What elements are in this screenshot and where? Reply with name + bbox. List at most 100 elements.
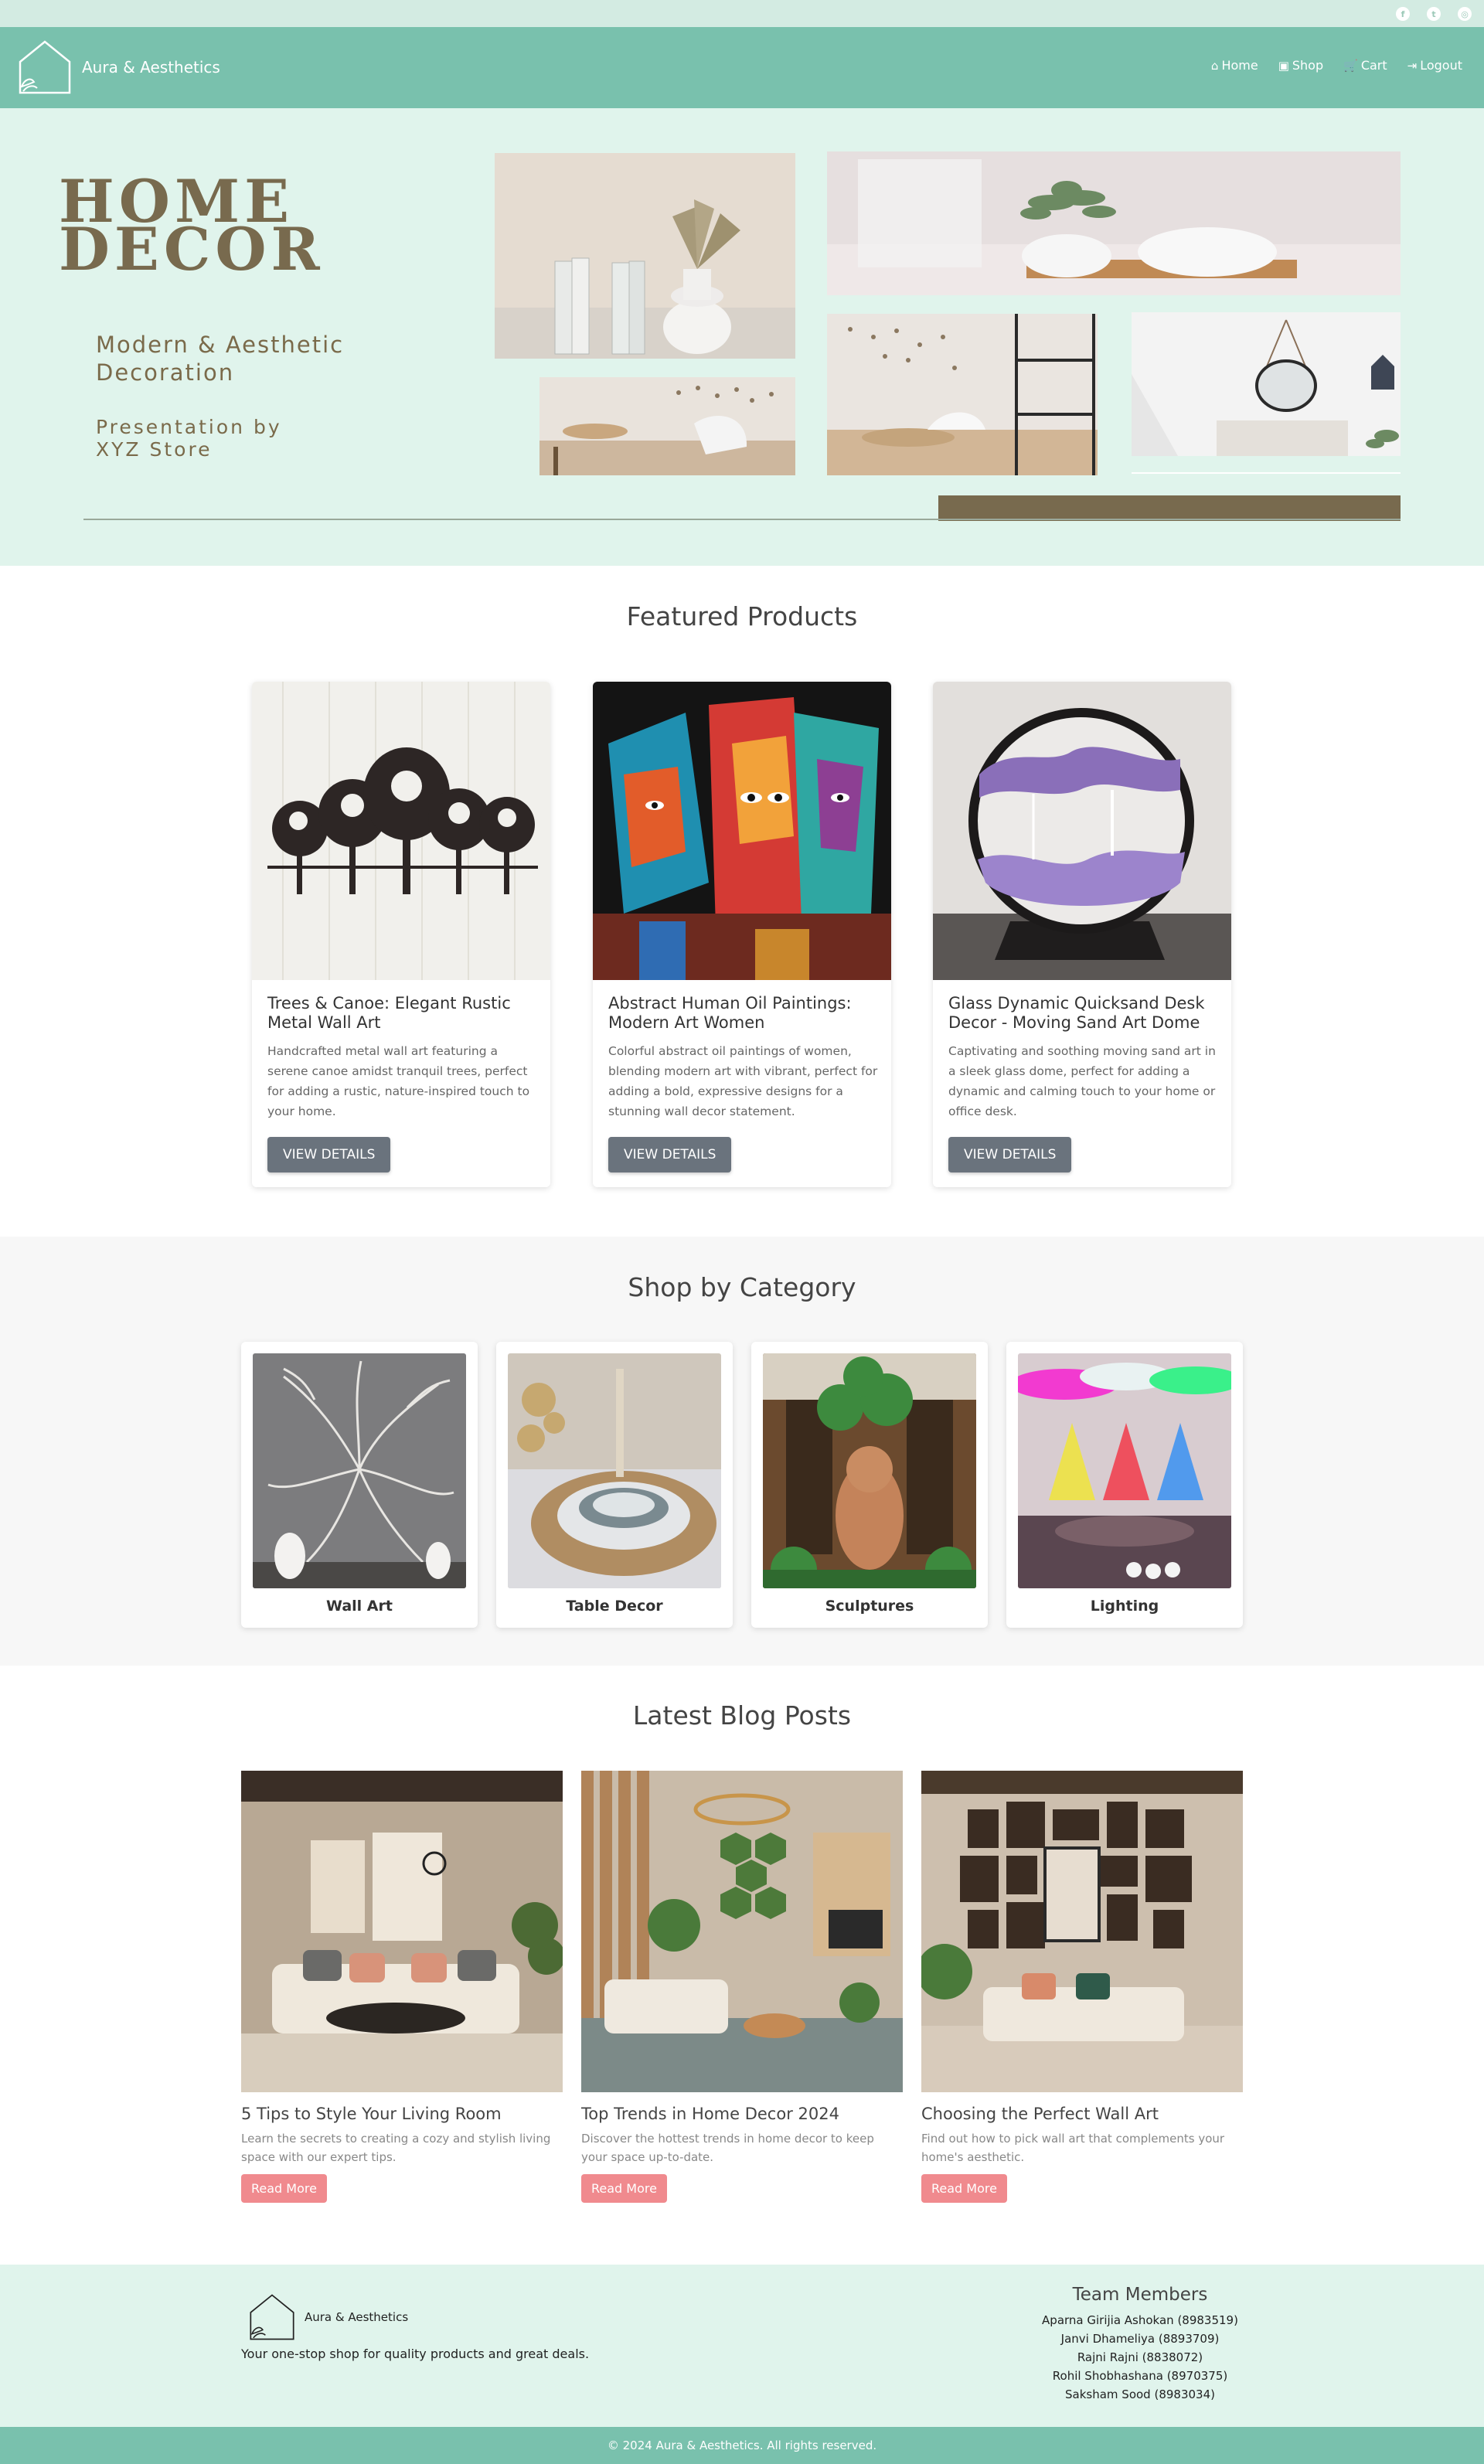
shop-icon: ▣ [1278, 58, 1289, 73]
category-title: Shop by Category [628, 1272, 856, 1302]
hero-accent-bar [938, 495, 1401, 521]
hero-title: HOME DECOR [59, 172, 461, 284]
footer-tagline: Your one-stop shop for quality products … [241, 2347, 590, 2361]
product-title: Abstract Human Oil Paintings: Modern Art… [608, 994, 852, 1032]
view-details-button[interactable]: VIEW DETAILS [608, 1137, 732, 1172]
hero-banner: HOME DECOR Modern & Aesthetic Decoration… [0, 108, 1484, 566]
product-description: Handcrafted metal wall art featuring a s… [267, 1044, 530, 1118]
hero-presentation-line2: XYZ Store [96, 438, 213, 461]
latest-blog-section: Latest Blog Posts 5 Tips to Style Your L… [0, 1666, 1484, 2265]
product-image-trees[interactable] [252, 682, 550, 980]
blog-card: 5 Tips to Style Your Living Room Learn t… [241, 1771, 563, 2203]
house-logo-icon [250, 2294, 294, 2340]
product-title: Glass Dynamic Quicksand Desk Decor - Mov… [948, 994, 1205, 1032]
copyright-text: © 2024 Aura & Aesthetics. All rights res… [607, 2438, 877, 2452]
blog-post-description: Discover the hottest trends in home deco… [581, 2132, 874, 2164]
product-image-sand-art[interactable] [933, 682, 1231, 980]
read-more-button[interactable]: Read More [241, 2174, 327, 2203]
category-image-lighting[interactable] [1018, 1353, 1231, 1588]
nav-cart-label: Cart [1360, 58, 1387, 73]
view-details-button[interactable]: VIEW DETAILS [267, 1137, 391, 1172]
hero-subtitle-line1: Modern & Aesthetic [96, 332, 345, 358]
brand-link[interactable]: Aura & Aesthetics [17, 39, 220, 96]
nav-links: ⌂ Home ▣ Shop 🛒 Cart ⇥ Logout [1211, 58, 1462, 73]
logout-icon: ⇥ [1407, 58, 1418, 73]
nav-logout[interactable]: ⇥ Logout [1407, 58, 1462, 73]
nav-logout-label: Logout [1420, 58, 1462, 73]
footer-brand: Aura & Aesthetics [247, 2292, 408, 2342]
product-description: Captivating and soothing moving sand art… [948, 1044, 1216, 1118]
blog-image-living-room[interactable] [241, 1771, 563, 2092]
category-image-wall-art[interactable] [253, 1353, 466, 1588]
hero-presentation: Presentation by XYZ Store [96, 416, 282, 461]
blog-post-title[interactable]: Top Trends in Home Decor 2024 [581, 2105, 903, 2123]
featured-products-section: Featured Products Trees & Canoe: Elegant… [0, 566, 1484, 1237]
nav-cart[interactable]: 🛒 Cart [1343, 58, 1387, 73]
featured-title: Featured Products [626, 601, 858, 631]
product-description: Colorful abstract oil paintings of women… [608, 1044, 878, 1118]
hero-photo-mirror [1132, 312, 1401, 456]
hero-photo-dining [539, 377, 795, 475]
blog-card: Choosing the Perfect Wall Art Find out h… [921, 1771, 1243, 2203]
hero-photo-shelf [827, 314, 1098, 475]
product-card[interactable]: Trees & Canoe: Elegant Rustic Metal Wall… [252, 682, 550, 1187]
category-image-sculptures[interactable] [763, 1353, 976, 1588]
view-details-button[interactable]: VIEW DETAILS [948, 1137, 1072, 1172]
hero-subtitle-line2: Decoration [96, 359, 235, 386]
read-more-button[interactable]: Read More [581, 2174, 667, 2203]
nav-shop-label: Shop [1292, 58, 1324, 73]
hero-photo-plant-tray [827, 151, 1401, 295]
nav-home[interactable]: ⌂ Home [1211, 58, 1258, 73]
team-members: Team Members Aparna Girijia Ashokan (898… [982, 2285, 1298, 2404]
category-label: Table Decor [566, 1598, 663, 1615]
footer: Aura & Aesthetics Your one-stop shop for… [0, 2265, 1484, 2427]
hero-subtitle: Modern & Aesthetic Decoration [96, 331, 344, 386]
product-title: Trees & Canoe: Elegant Rustic Metal Wall… [267, 994, 511, 1032]
blog-image-trends[interactable] [581, 1771, 903, 2092]
hero-thin-line [1132, 472, 1401, 474]
team-title: Team Members [1072, 2285, 1208, 2305]
home-icon: ⌂ [1210, 58, 1219, 73]
cart-icon: 🛒 [1343, 58, 1358, 73]
hero-photo-vases [495, 153, 795, 359]
team-member: Saksham Sood (8983034) [1065, 2387, 1215, 2401]
hero-divider-line [83, 519, 1401, 520]
product-image-abstract-faces[interactable] [593, 682, 891, 980]
instagram-icon[interactable]: ◎ [1458, 7, 1472, 21]
house-logo-icon [19, 40, 71, 94]
category-card-wall-art[interactable]: Wall Art [241, 1342, 478, 1628]
blog-image-wall-art[interactable] [921, 1771, 1243, 2092]
navbar: Aura & Aesthetics ⌂ Home ▣ Shop 🛒 Cart ⇥ Log… [0, 27, 1484, 108]
blog-post-description: Learn the secrets to creating a cozy and… [241, 2132, 551, 2164]
blog-title: Latest Blog Posts [632, 1700, 852, 1731]
facebook-icon[interactable]: f [1396, 7, 1410, 21]
blog-post-title[interactable]: Choosing the Perfect Wall Art [921, 2105, 1243, 2123]
social-links: f t ◎ [1396, 7, 1472, 21]
category-label: Lighting [1090, 1598, 1159, 1615]
hero-title-line2: DECOR [59, 215, 325, 284]
shop-by-category-section: Shop by Category Wall Art Table Decor Sc… [0, 1237, 1484, 1666]
copyright-bar: © 2024 Aura & Aesthetics. All rights res… [0, 2427, 1484, 2464]
footer-brand-name: Aura & Aesthetics [305, 2310, 409, 2324]
twitter-icon[interactable]: t [1427, 7, 1441, 21]
read-more-button[interactable]: Read More [921, 2174, 1007, 2203]
team-member: Rohil Shobhashana (8970375) [1052, 2369, 1228, 2383]
category-label: Sculptures [825, 1598, 914, 1615]
category-card-sculptures[interactable]: Sculptures [751, 1342, 988, 1628]
top-strip: f t ◎ [0, 0, 1484, 27]
category-card-table-decor[interactable]: Table Decor [496, 1342, 733, 1628]
nav-shop[interactable]: ▣ Shop [1278, 58, 1323, 73]
category-card-lighting[interactable]: Lighting [1006, 1342, 1243, 1628]
category-image-table-decor[interactable] [508, 1353, 721, 1588]
team-member: Janvi Dhameliya (8893709) [1060, 2332, 1220, 2346]
hero-presentation-line1: Presentation by [96, 416, 282, 438]
product-card[interactable]: Abstract Human Oil Paintings: Modern Art… [593, 682, 891, 1187]
blog-post-description: Find out how to pick wall art that compl… [921, 2132, 1225, 2164]
team-member: Rajni Rajni (8838072) [1077, 2350, 1203, 2364]
team-member: Aparna Girijia Ashokan (8983519) [1042, 2313, 1238, 2327]
blog-card: Top Trends in Home Decor 2024 Discover t… [581, 1771, 903, 2203]
brand-name: Aura & Aesthetics [82, 58, 220, 77]
product-card[interactable]: Glass Dynamic Quicksand Desk Decor - Mov… [933, 682, 1231, 1187]
nav-home-label: Home [1221, 58, 1258, 73]
blog-post-title[interactable]: 5 Tips to Style Your Living Room [241, 2105, 563, 2123]
